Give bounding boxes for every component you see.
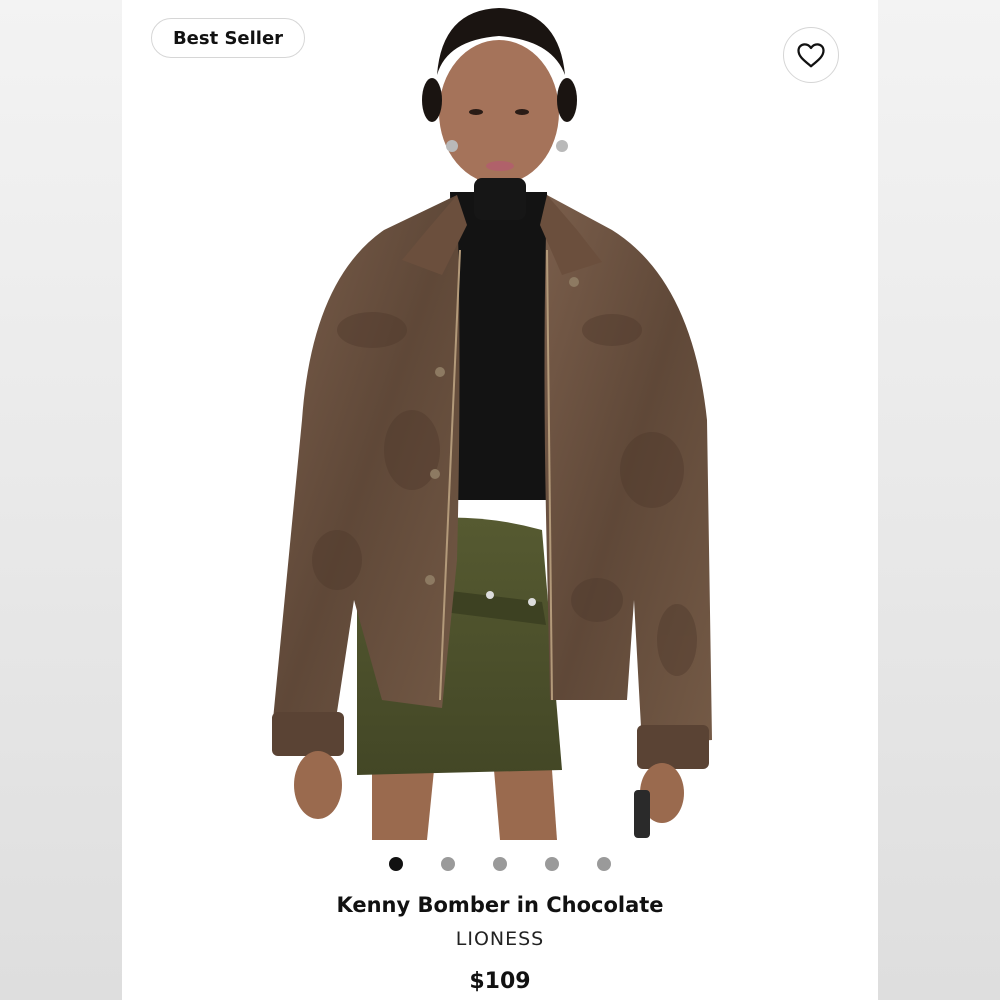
background-left bbox=[0, 0, 122, 1000]
product-photo-illustration bbox=[272, 8, 712, 840]
background-right bbox=[878, 0, 1000, 1000]
product-image[interactable]: Best Seller bbox=[122, 0, 878, 840]
carousel-dot-5[interactable] bbox=[597, 857, 611, 871]
favorite-button[interactable] bbox=[783, 27, 839, 83]
heart-icon bbox=[797, 43, 825, 68]
carousel-dot-2[interactable] bbox=[441, 857, 455, 871]
product-brand[interactable]: LIONESS bbox=[122, 928, 878, 950]
carousel-dot-3[interactable] bbox=[493, 857, 507, 871]
carousel-pagination bbox=[122, 857, 878, 873]
product-title[interactable]: Kenny Bomber in Chocolate bbox=[122, 893, 878, 917]
product-card[interactable]: Best Seller Kenny Bomber in Chocolate LI… bbox=[122, 0, 878, 1000]
carousel-dot-1[interactable] bbox=[389, 857, 403, 871]
best-seller-badge: Best Seller bbox=[151, 18, 305, 58]
product-price: $109 bbox=[469, 969, 531, 994]
carousel-dot-4[interactable] bbox=[545, 857, 559, 871]
